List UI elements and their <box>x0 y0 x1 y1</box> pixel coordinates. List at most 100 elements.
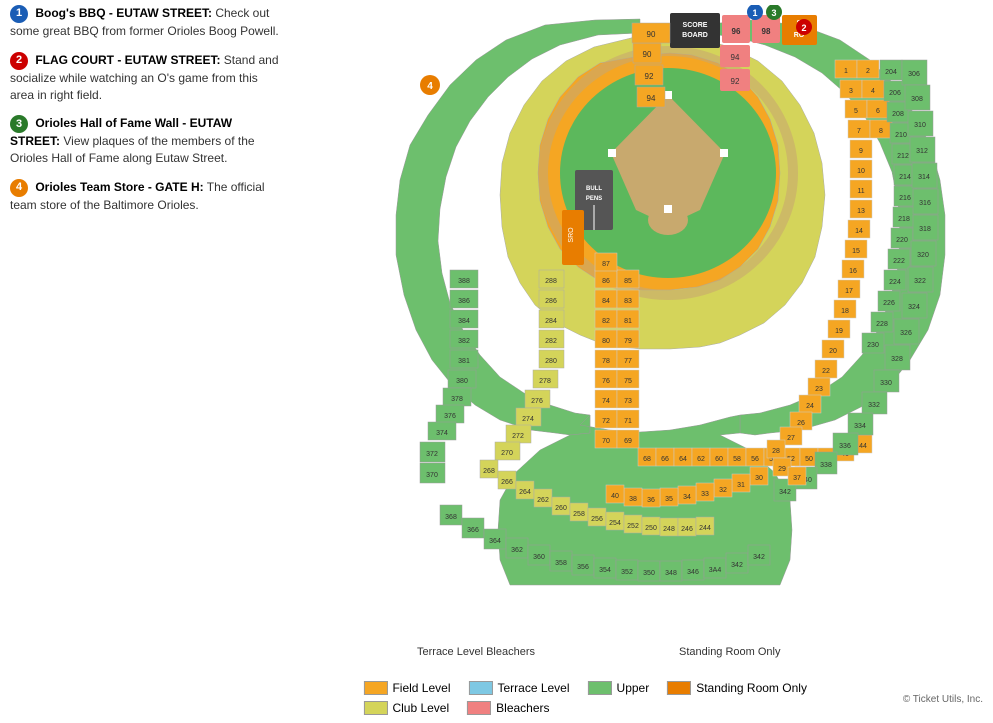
svg-text:28: 28 <box>772 448 780 455</box>
svg-text:96: 96 <box>732 27 741 36</box>
svg-text:84: 84 <box>602 298 610 305</box>
svg-text:348: 348 <box>665 570 677 577</box>
svg-text:258: 258 <box>573 511 585 518</box>
svg-text:79: 79 <box>624 338 632 345</box>
sro-label: Standing Room Only <box>696 681 807 695</box>
legend: Field Level Terrace Level Upper Standing… <box>363 681 807 715</box>
svg-text:318: 318 <box>919 226 931 233</box>
svg-text:15: 15 <box>852 248 860 255</box>
svg-text:86: 86 <box>602 278 610 285</box>
svg-text:81: 81 <box>624 318 632 325</box>
svg-text:214: 214 <box>899 174 911 181</box>
svg-text:212: 212 <box>897 153 909 160</box>
svg-text:366: 366 <box>467 527 479 534</box>
svg-text:4: 4 <box>871 88 875 95</box>
svg-text:31: 31 <box>737 482 745 489</box>
svg-text:306: 306 <box>908 71 920 78</box>
svg-text:23: 23 <box>815 386 823 393</box>
svg-text:35: 35 <box>665 496 673 503</box>
club-level-label: Club Level <box>392 701 449 715</box>
svg-text:286: 286 <box>545 298 557 305</box>
svg-text:33: 33 <box>701 491 709 498</box>
svg-text:14: 14 <box>855 228 863 235</box>
svg-text:342: 342 <box>753 554 765 561</box>
svg-text:16: 16 <box>849 268 857 275</box>
svg-text:320: 320 <box>917 252 929 259</box>
svg-text:204: 204 <box>885 69 897 76</box>
svg-text:92: 92 <box>645 72 654 81</box>
svg-text:378: 378 <box>451 396 463 403</box>
legend-row-1: Field Level Terrace Level Upper Standing… <box>363 681 807 695</box>
svg-text:71: 71 <box>624 418 632 425</box>
svg-text:94: 94 <box>731 53 740 62</box>
svg-text:66: 66 <box>661 456 669 463</box>
svg-text:8: 8 <box>879 128 883 135</box>
svg-text:36: 36 <box>647 497 655 504</box>
field-level-box <box>363 681 387 695</box>
svg-text:244: 244 <box>699 525 711 532</box>
stadium-svg: SCORE BOARD 96 98 94 92 S RO 1 3 2 <box>280 5 980 615</box>
field-level-label: Field Level <box>392 681 450 695</box>
svg-text:2: 2 <box>866 68 870 75</box>
svg-text:30: 30 <box>755 475 763 482</box>
svg-text:326: 326 <box>900 330 912 337</box>
legend-row-2: Club Level Bleachers <box>363 701 549 715</box>
svg-text:216: 216 <box>899 195 911 202</box>
svg-text:82: 82 <box>602 318 610 325</box>
svg-text:380: 380 <box>456 378 468 385</box>
info-subtitle-4: - GATE H: <box>148 180 204 194</box>
svg-text:274: 274 <box>522 416 534 423</box>
svg-text:308: 308 <box>911 96 923 103</box>
info-title-2: FLAG COURT <box>35 53 114 67</box>
svg-text:224: 224 <box>889 279 901 286</box>
svg-text:BOARD: BOARD <box>682 32 708 39</box>
svg-text:388: 388 <box>458 278 470 285</box>
svg-text:62: 62 <box>697 456 705 463</box>
svg-text:70: 70 <box>602 438 610 445</box>
svg-text:18: 18 <box>841 308 849 315</box>
svg-text:6: 6 <box>876 108 880 115</box>
svg-text:374: 374 <box>436 430 448 437</box>
svg-text:280: 280 <box>545 358 557 365</box>
svg-text:284: 284 <box>545 318 557 325</box>
svg-text:17: 17 <box>845 288 853 295</box>
svg-text:50: 50 <box>805 456 813 463</box>
svg-text:98: 98 <box>762 27 771 36</box>
svg-text:282: 282 <box>545 338 557 345</box>
svg-text:40: 40 <box>611 493 619 500</box>
svg-text:24: 24 <box>806 403 814 410</box>
svg-text:218: 218 <box>898 216 910 223</box>
svg-text:75: 75 <box>624 378 632 385</box>
svg-text:64: 64 <box>679 456 687 463</box>
svg-text:19: 19 <box>835 328 843 335</box>
svg-text:76: 76 <box>602 378 610 385</box>
svg-text:324: 324 <box>908 304 920 311</box>
svg-text:26: 26 <box>797 420 805 427</box>
svg-text:266: 266 <box>501 479 513 486</box>
svg-text:288: 288 <box>545 278 557 285</box>
svg-text:222: 222 <box>893 258 905 265</box>
info-title-3: Orioles Hall of Fame Wall <box>35 117 179 131</box>
info-title-4: Orioles Team Store <box>35 180 144 194</box>
svg-text:BULL: BULL <box>586 186 602 192</box>
info-subtitle-1: - EUTAW STREET: <box>109 6 212 20</box>
svg-text:3A4: 3A4 <box>709 567 722 574</box>
svg-text:382: 382 <box>458 338 470 345</box>
svg-text:85: 85 <box>624 278 632 285</box>
svg-text:370: 370 <box>426 472 438 479</box>
svg-text:252: 252 <box>627 523 639 530</box>
svg-text:334: 334 <box>854 423 866 430</box>
svg-text:268: 268 <box>483 468 495 475</box>
svg-text:210: 210 <box>895 132 907 139</box>
svg-text:9: 9 <box>859 148 863 155</box>
svg-text:20: 20 <box>829 348 837 355</box>
svg-text:381: 381 <box>458 358 470 365</box>
badge-2: 2 <box>10 52 28 70</box>
badge-4: 4 <box>10 179 28 197</box>
svg-text:384: 384 <box>458 318 470 325</box>
legend-terrace-level: Terrace Level <box>468 681 569 695</box>
terrace-level-bleachers-label: Terrace Level Bleachers <box>417 646 535 658</box>
svg-text:338: 338 <box>820 462 832 469</box>
svg-text:342: 342 <box>731 562 743 569</box>
legend-club-level: Club Level <box>363 701 449 715</box>
